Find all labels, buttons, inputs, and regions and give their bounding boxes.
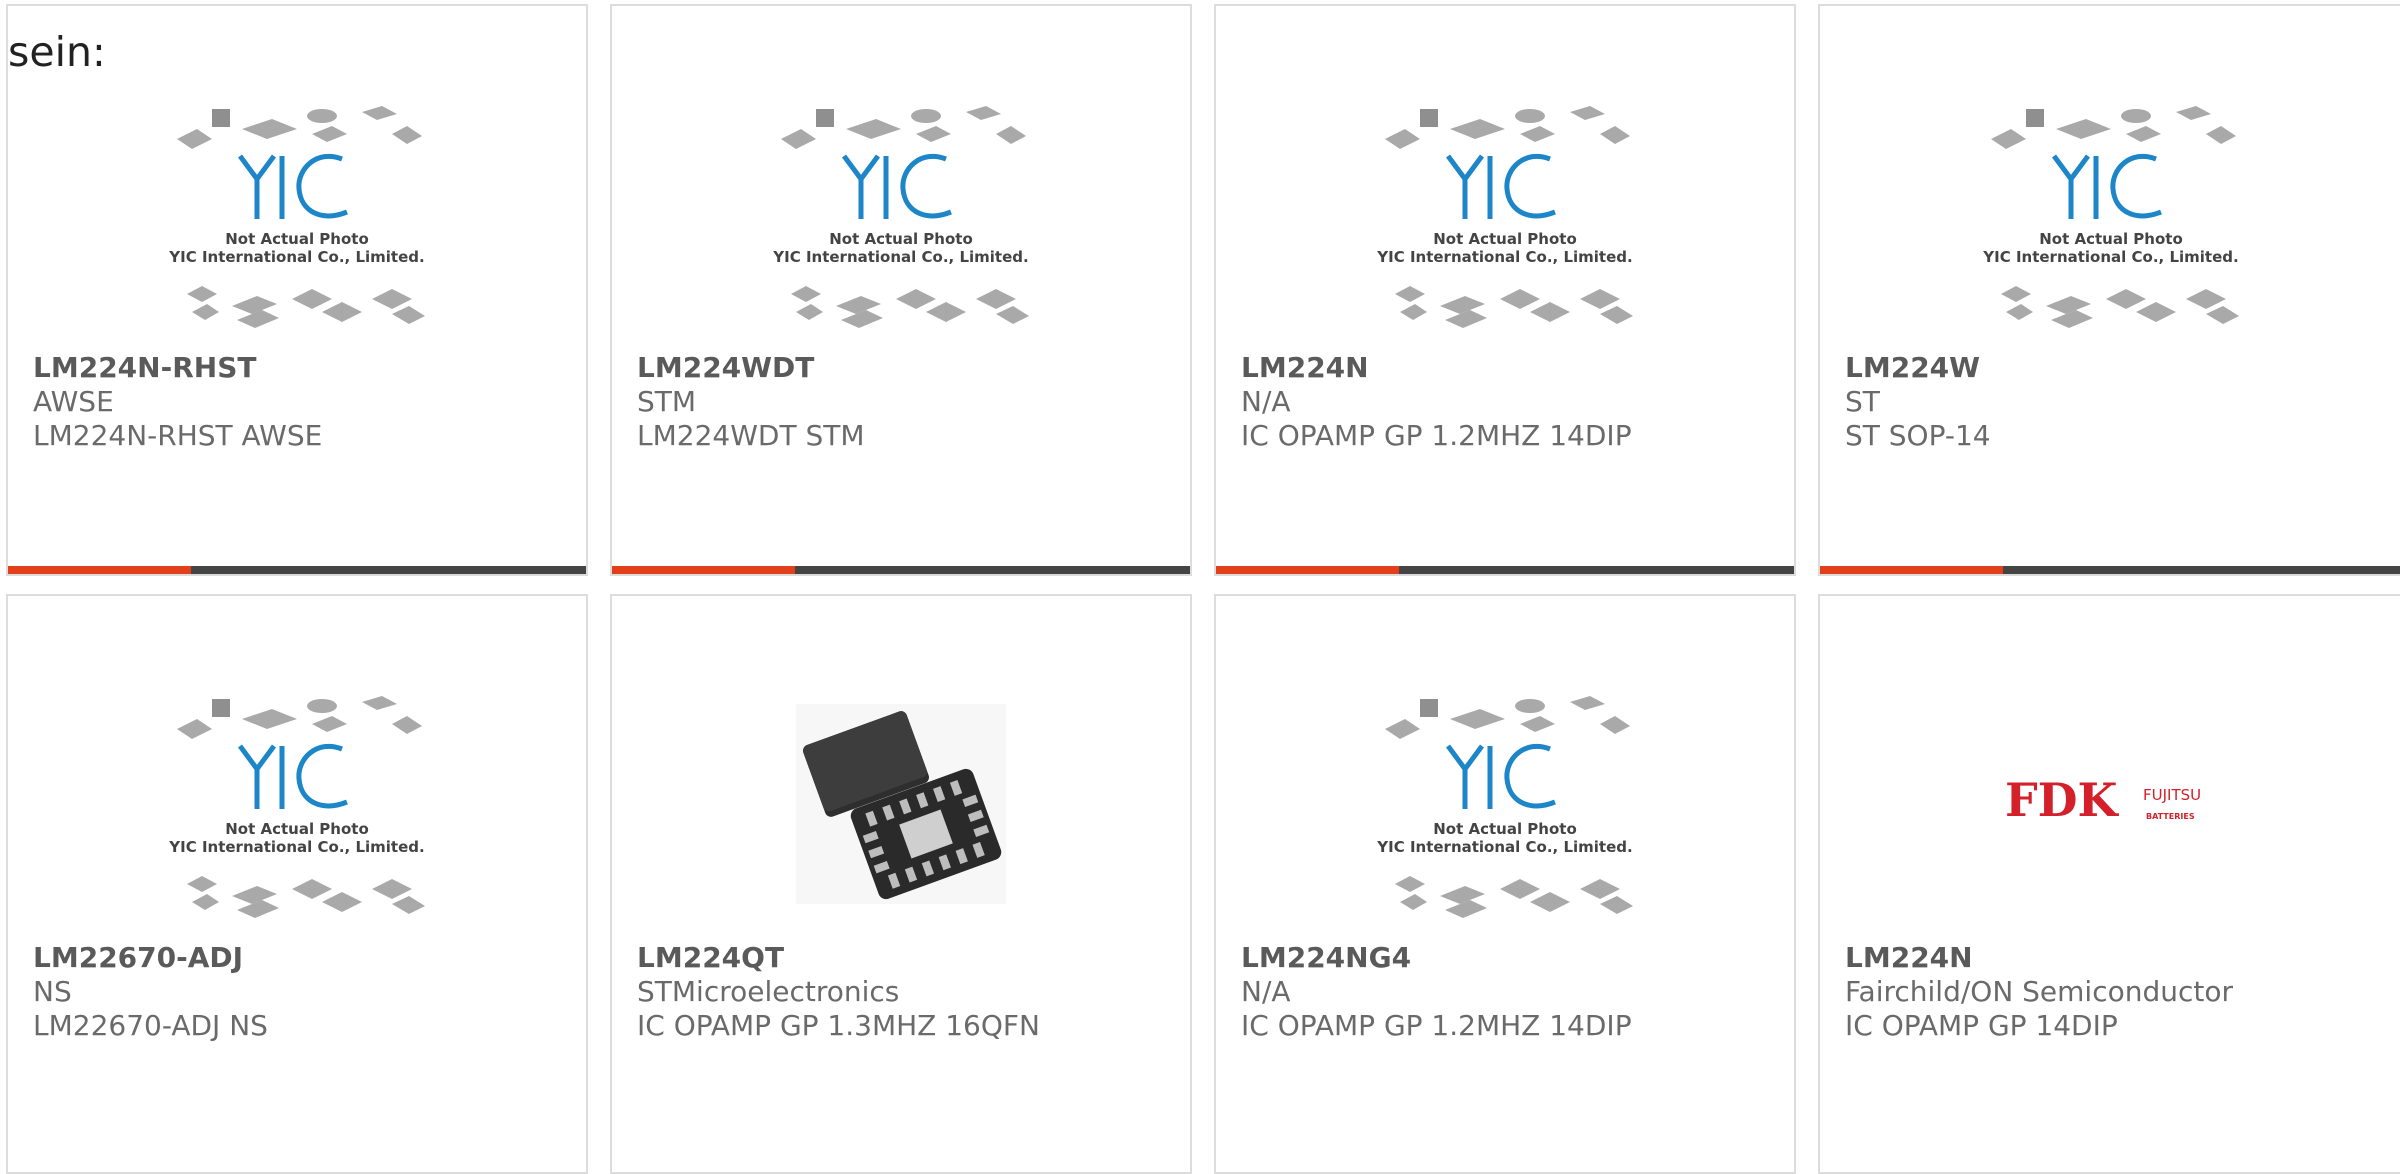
card-bottom-bar <box>1820 566 2400 574</box>
fdk-sub1-text: FUJITSU <box>2143 786 2201 804</box>
product-image-placeholder: Not Actual Photo YIC International Co., … <box>1961 94 2261 334</box>
placeholder-line2: YIC International Co., Limited. <box>168 248 424 266</box>
part-number[interactable]: LM224W <box>1845 351 1991 385</box>
manufacturer: ST <box>1845 385 1880 418</box>
placeholder-line2: YIC International Co., Limited. <box>1376 838 1632 856</box>
part-number[interactable]: LM224N <box>1845 941 2233 975</box>
placeholder-line1: Not Actual Photo <box>1433 230 1577 248</box>
fdk-brand-text: FDK <box>2005 773 2120 827</box>
product-image-placeholder: Not Actual Photo YIC International Co., … <box>147 684 447 924</box>
accent-segment <box>612 566 795 574</box>
product-card[interactable]: Not Actual Photo YIC International Co., … <box>1214 594 1796 1174</box>
manufacturer: N/A <box>1241 975 1291 1008</box>
fdk-fujitsu-logo: FDK FUJITSU BATTERIES <box>1961 684 2261 924</box>
product-card[interactable]: LM224QT STMicroelectronics IC OPAMP GP 1… <box>610 594 1192 1174</box>
placeholder-line1: Not Actual Photo <box>1433 820 1577 838</box>
product-image-placeholder: Not Actual Photo YIC International Co., … <box>147 94 447 334</box>
part-number[interactable]: LM224N-RHST <box>33 351 322 385</box>
manufacturer: Fairchild/ON Semiconductor <box>1845 975 2234 1008</box>
placeholder-line1: Not Actual Photo <box>225 820 369 838</box>
description: IC OPAMP GP 14DIP <box>1845 1009 2118 1042</box>
part-number[interactable]: LM224WDT <box>637 351 865 385</box>
product-card[interactable]: FDK FUJITSU BATTERIES LM224N Fairchild/O… <box>1818 594 2400 1174</box>
part-number[interactable]: LM224NG4 <box>1241 941 1632 975</box>
manufacturer: STM <box>637 385 697 418</box>
placeholder-line1: Not Actual Photo <box>225 230 369 248</box>
part-number[interactable]: LM224QT <box>637 941 1040 975</box>
placeholder-line1: Not Actual Photo <box>829 230 973 248</box>
placeholder-line1: Not Actual Photo <box>2039 230 2183 248</box>
product-card[interactable]: Not Actual Photo YIC International Co., … <box>6 4 588 576</box>
accent-segment <box>1216 566 1399 574</box>
page-fragment-label: sein: <box>8 28 106 76</box>
placeholder-line2: YIC International Co., Limited. <box>772 248 1028 266</box>
description: LM22670-ADJ NS <box>33 1009 268 1042</box>
description: IC OPAMP GP 1.2MHZ 14DIP <box>1241 419 1632 452</box>
placeholder-line2: YIC International Co., Limited. <box>1376 248 1632 266</box>
manufacturer: STMicroelectronics <box>637 975 900 1008</box>
accent-segment <box>8 566 191 574</box>
product-card[interactable]: Not Actual Photo YIC International Co., … <box>1818 4 2400 576</box>
placeholder-line2: YIC International Co., Limited. <box>1982 248 2238 266</box>
product-image-placeholder: Not Actual Photo YIC International Co., … <box>751 94 1051 334</box>
description: LM224WDT STM <box>637 419 865 452</box>
manufacturer: AWSE <box>33 385 114 418</box>
product-card[interactable]: Not Actual Photo YIC International Co., … <box>1214 4 1796 576</box>
card-bottom-bar <box>8 566 586 574</box>
product-card[interactable]: Not Actual Photo YIC International Co., … <box>610 4 1192 576</box>
accent-segment <box>1820 566 2003 574</box>
product-image-placeholder: Not Actual Photo YIC International Co., … <box>1355 684 1655 924</box>
product-card[interactable]: Not Actual Photo YIC International Co., … <box>6 594 588 1174</box>
product-photo-qfn <box>751 684 1051 924</box>
description: LM224N-RHST AWSE <box>33 419 323 452</box>
description: IC OPAMP GP 1.3MHZ 16QFN <box>637 1009 1040 1042</box>
description: IC OPAMP GP 1.2MHZ 14DIP <box>1241 1009 1632 1042</box>
part-number[interactable]: LM224N <box>1241 351 1632 385</box>
placeholder-line2: YIC International Co., Limited. <box>168 838 424 856</box>
part-number[interactable]: LM22670-ADJ <box>33 941 268 975</box>
card-bottom-bar <box>612 566 1190 574</box>
fdk-sub2-text: BATTERIES <box>2146 812 2195 821</box>
description: ST SOP-14 <box>1845 419 1991 452</box>
product-image-placeholder: Not Actual Photo YIC International Co., … <box>1355 94 1655 334</box>
card-bottom-bar <box>1216 566 1794 574</box>
manufacturer: NS <box>33 975 72 1008</box>
manufacturer: N/A <box>1241 385 1291 418</box>
